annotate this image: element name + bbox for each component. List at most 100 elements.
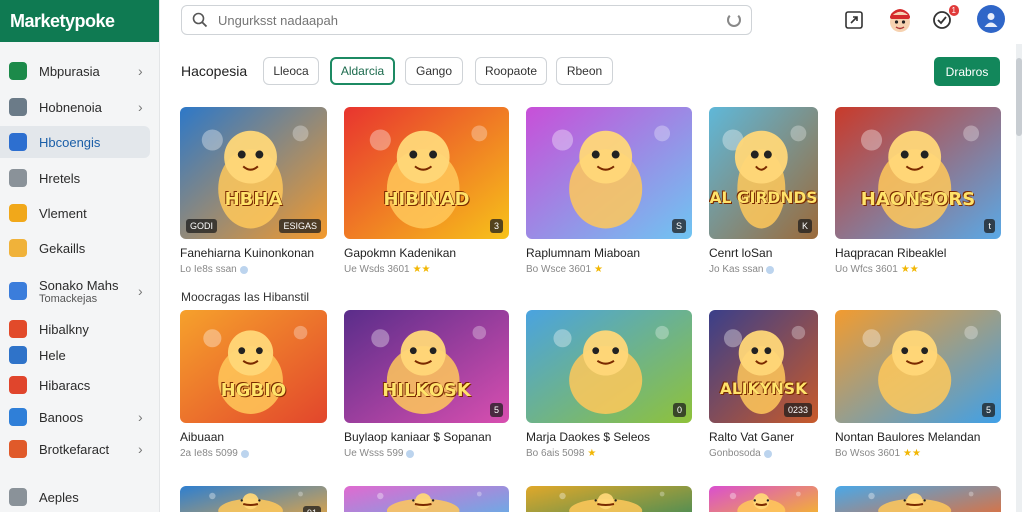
game-title[interactable]: Buylaop kaniaar $ Sopanan	[344, 430, 509, 444]
game-thumbnail[interactable]: HBHA GODI ESIGAS	[180, 107, 327, 239]
game-card[interactable]: HILKOSK 5 Buylaop kaniaar $ Sopanan Ue W…	[344, 310, 509, 459]
sidebar-item-label: Mbpurasia	[39, 63, 100, 79]
game-title[interactable]: Ralto Vat Ganer	[709, 430, 818, 444]
game-card[interactable]: AL GIRDNDS K Cenrt loSan Jo Kas ssan	[709, 107, 818, 275]
game-thumbnail[interactable]: 0	[526, 310, 692, 423]
game-meta-text: Uo Wfcs 3601	[835, 264, 898, 275]
sidebar-item-label: Brotkefaract	[39, 441, 110, 457]
apps-icon	[9, 488, 27, 506]
game-card[interactable]: 91	[180, 486, 327, 512]
chevron-right-icon[interactable]: ›	[138, 99, 143, 115]
game-thumbnail[interactable]: HGBIO	[180, 310, 327, 423]
filter-chip-1[interactable]: Aldarcia	[330, 57, 395, 85]
sidebar-item-0[interactable]: Mbpurasia ›	[0, 56, 160, 86]
game-card[interactable]: HBHA GODI ESIGAS Fanehiarna Kuinonkonan …	[180, 107, 327, 275]
brand-logo[interactable]: Marketypoke	[0, 0, 159, 42]
thumbnail-logo-text: ALIKYNSK	[719, 380, 808, 399]
sidebar-item-3[interactable]: Hretels	[0, 163, 160, 193]
game-thumbnail[interactable]: ALIKYNSK 0233	[709, 310, 818, 423]
game-thumbnail[interactable]: S	[526, 107, 692, 239]
user-avatar[interactable]	[977, 5, 1005, 33]
game-card[interactable]: HIBINAD 3 Gapokmn Kadenikan Ue Wsds 3601…	[344, 107, 509, 275]
thumbnail-tag: S	[671, 219, 686, 233]
game-thumbnail[interactable]: 91	[180, 486, 327, 512]
game-card[interactable]: ALIKYNSK 0233 Ralto Vat Ganer Gonbosoda	[709, 310, 818, 459]
game-thumbnail[interactable]	[835, 486, 1001, 512]
game-thumbnail[interactable]: HAONSORS t	[835, 107, 1001, 239]
game-thumbnail[interactable]: HIBINAD 3	[344, 107, 509, 239]
filter-chip-3[interactable]: Roopaote	[475, 57, 547, 85]
tools-icon	[9, 346, 27, 364]
search-input[interactable]	[218, 12, 718, 28]
game-thumbnail[interactable]	[344, 486, 509, 512]
star-icon: ★★	[900, 264, 919, 275]
game-meta-text: 2a Ie8s 5099	[180, 448, 238, 459]
game-meta: Jo Kas ssan	[709, 264, 818, 275]
sidebar-item-label: Banoos	[39, 409, 84, 425]
game-title[interactable]: Aibuaan	[180, 430, 327, 444]
filter-chip-4[interactable]: Rbeon	[556, 57, 613, 85]
notification-icon[interactable]: 1	[930, 5, 959, 32]
chevron-right-icon[interactable]: ›	[138, 409, 143, 425]
sidebar-item-11[interactable]: Brotkefaract ›	[0, 434, 160, 464]
chevron-right-icon[interactable]: ›	[138, 63, 143, 79]
game-card[interactable]: 0 Marja Daokes $ Seleos Bo 6ais 5098 ★	[526, 310, 692, 459]
sidebar-item-6[interactable]: Sonako Mahs Tomackejas ›	[0, 270, 160, 312]
store-icon	[9, 98, 27, 116]
game-title[interactable]: Nontan Baulores Melandan	[835, 430, 1001, 444]
sidebar-item-2[interactable]: Hbcoengis	[0, 126, 150, 158]
scrollbar[interactable]	[1016, 44, 1022, 512]
thumbnail-tag: ESIGAS	[279, 219, 321, 233]
chevron-right-icon[interactable]: ›	[138, 283, 143, 299]
game-meta: 2a Ie8s 5099	[180, 448, 327, 459]
filter-chip-2[interactable]: Gango	[405, 57, 463, 85]
game-thumbnail[interactable]: 5	[835, 310, 1001, 423]
game-card[interactable]: HGBIO Aibuaan 2a Ie8s 5099	[180, 310, 327, 459]
game-title[interactable]: Fanehiarna Kuinonkonan	[180, 246, 327, 260]
game-title[interactable]: Raplumnam Miaboan	[526, 246, 692, 260]
primary-action-button[interactable]: Drabros	[934, 57, 1000, 86]
refresh-icon[interactable]	[727, 13, 741, 27]
game-card[interactable]: HAONSORS t Haqpracan Ribeaklel Uo Wfcs 3…	[835, 107, 1001, 275]
sidebar-item-10[interactable]: Banoos ›	[0, 402, 160, 432]
game-title[interactable]: Gapokmn Kadenikan	[344, 246, 509, 260]
thumbnail-logo-text: HIBINAD	[383, 188, 470, 210]
game-thumbnail[interactable]	[709, 486, 818, 512]
game-meta-text: Bo Wsce 3601	[526, 264, 592, 275]
game-thumbnail[interactable]: AL GIRDNDS K	[709, 107, 818, 239]
share-icon[interactable]	[842, 8, 866, 32]
sidebar-item-1[interactable]: Hobnenoia ›	[0, 92, 160, 122]
mascot-icon[interactable]	[885, 5, 915, 35]
thumbnail-logo-text: HBHA	[224, 188, 283, 210]
sidebar-item-12[interactable]: Aeples	[0, 482, 160, 512]
game-card[interactable]	[344, 486, 509, 512]
filter-chip-0[interactable]: Lleoca	[263, 57, 319, 85]
sidebar-item-7[interactable]: Hibalkny	[0, 314, 160, 344]
sidebar-item-label: Sonako Mahs	[39, 277, 119, 293]
game-card[interactable]: 5 Nontan Baulores Melandan Bo Wsos 3601 …	[835, 310, 1001, 459]
sidebar-item-8[interactable]: Hele	[0, 342, 160, 368]
thumbnail-tag: 0	[672, 403, 686, 417]
game-meta: Gonbosoda	[709, 448, 818, 459]
thumbnail-tag: 5	[981, 403, 995, 417]
game-title[interactable]: Marja Daokes $ Seleos	[526, 430, 692, 444]
star-icon: ★	[594, 264, 604, 275]
game-thumbnail[interactable]	[526, 486, 692, 512]
chevron-right-icon[interactable]: ›	[138, 441, 143, 457]
gift-icon	[9, 440, 27, 458]
game-card[interactable]	[526, 486, 692, 512]
home-icon	[9, 62, 27, 80]
game-title[interactable]: Cenrt loSan	[709, 246, 818, 260]
page-title: Hacopesia	[181, 63, 248, 79]
search-box[interactable]	[181, 5, 752, 35]
controller-icon	[9, 204, 27, 222]
game-card[interactable]	[709, 486, 818, 512]
game-title[interactable]: Haqpracan Ribeaklel	[835, 246, 1001, 260]
sidebar-item-5[interactable]: Gekaills	[0, 233, 160, 263]
scrollbar-thumb[interactable]	[1016, 58, 1022, 136]
sidebar-item-9[interactable]: Hibaracs	[0, 370, 160, 400]
sidebar-item-4[interactable]: Vlement	[0, 198, 160, 228]
game-thumbnail[interactable]: HILKOSK 5	[344, 310, 509, 423]
game-card[interactable]: S Raplumnam Miaboan Bo Wsce 3601 ★	[526, 107, 692, 275]
game-card[interactable]	[835, 486, 1001, 512]
